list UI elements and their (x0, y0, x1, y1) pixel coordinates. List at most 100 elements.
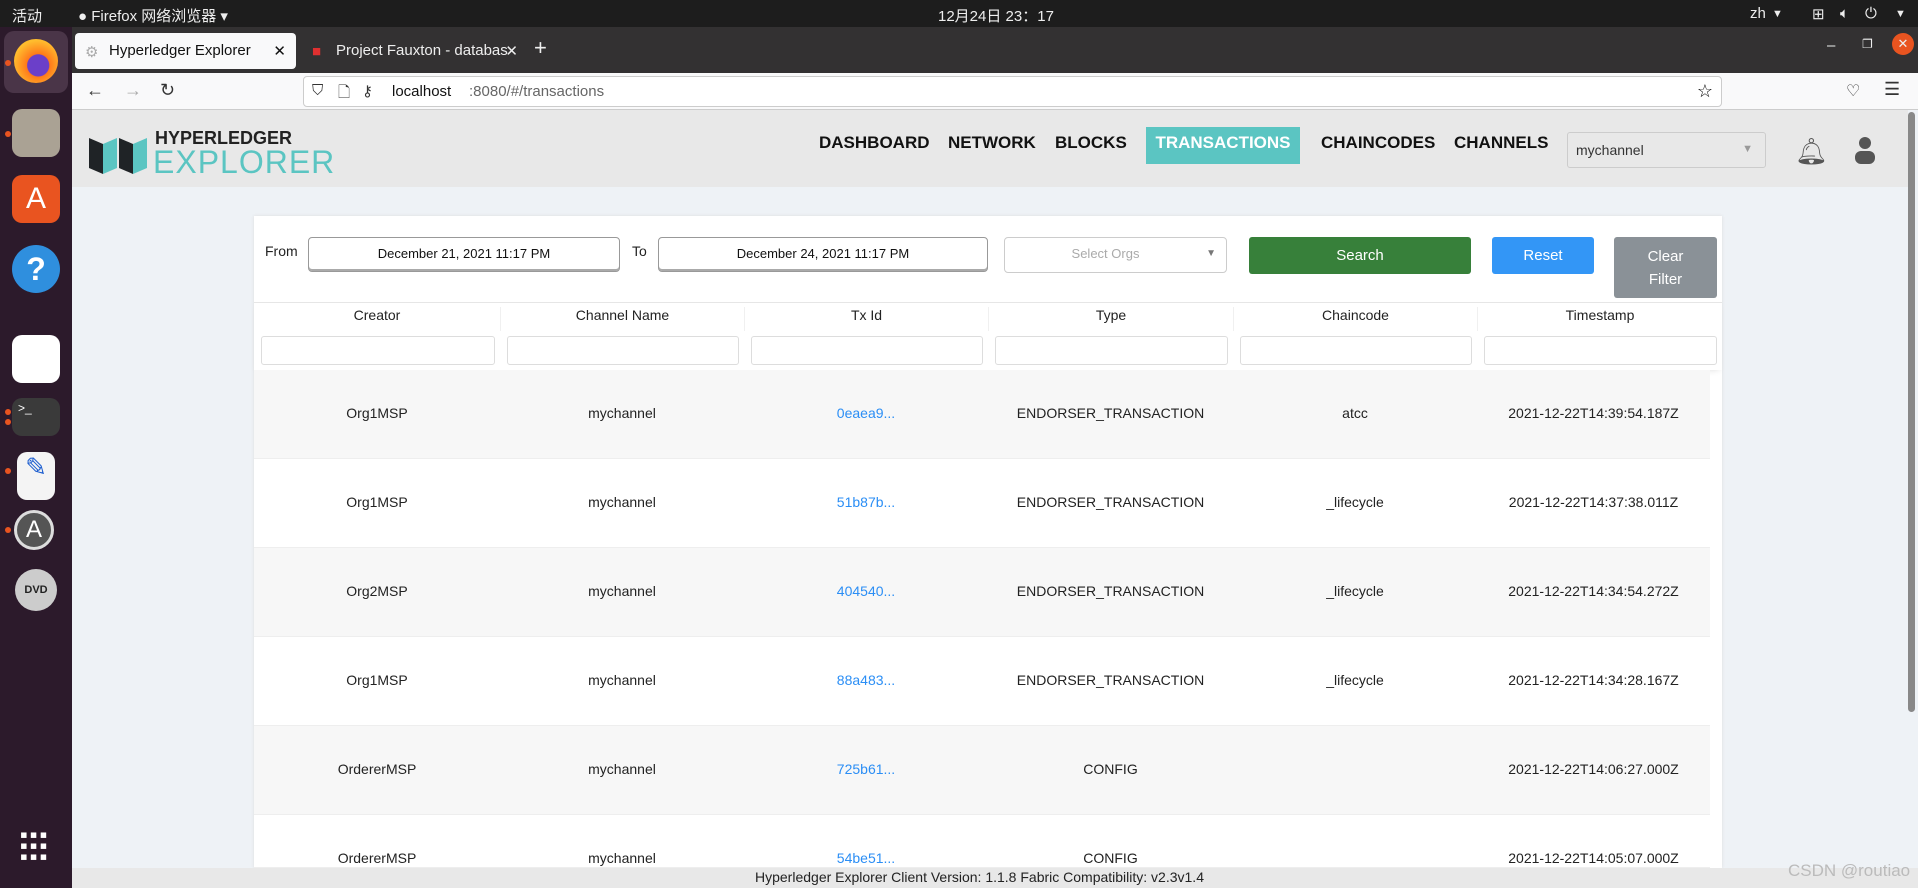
show-apps-icon[interactable]: ▪▪▪ ▪▪▪ ▪▪▪ (20, 824, 52, 868)
filter-input-timestamp[interactable] (1484, 336, 1717, 365)
software-center-icon[interactable]: A (12, 175, 60, 223)
cell-channel-name: mychannel (588, 672, 656, 688)
baidu-netdisk-icon[interactable] (12, 335, 60, 383)
app-menu[interactable]: ● Firefox 网络浏览器 ▾ (78, 5, 228, 26)
filter-input-chaincode[interactable] (1240, 336, 1472, 365)
table-row[interactable]: OrdererMSP mychannel 725b61... CONFIG 2021-1… (254, 726, 1710, 815)
favicon-icon: ⚙ (85, 44, 99, 61)
column-header-type[interactable]: Type (988, 307, 1233, 331)
forward-icon[interactable]: → (124, 80, 142, 101)
cell-creator: Org2MSP (346, 583, 408, 599)
page-icon[interactable]: 🗋 (338, 82, 350, 107)
cell-tx-id[interactable]: 51b87b... (744, 494, 988, 510)
logo[interactable]: HYPERLEDGER EXPLORER (89, 128, 349, 180)
nav-blocks[interactable]: BLOCKS (1055, 133, 1127, 153)
cell-type: ENDORSER_TRANSACTION (1016, 494, 1205, 510)
pocket-icon[interactable]: ♡ (1846, 81, 1860, 101)
key-icon[interactable]: ⚷ (362, 82, 373, 100)
cell-channel-name: mychannel (588, 494, 656, 510)
updater-icon[interactable]: A (14, 510, 54, 550)
cell-tx-id[interactable]: 0eaea9... (744, 405, 988, 421)
close-window-icon[interactable]: ✕ (1892, 33, 1914, 55)
activities-button[interactable]: 活动 (12, 5, 42, 26)
filter-input-channel-name[interactable] (507, 336, 739, 365)
url-bar[interactable]: ⛉ 🗋 ⚷ localhost :8080/#/transactions ☆ (303, 76, 1722, 107)
filter-input-tx-id[interactable] (751, 336, 983, 365)
table-row[interactable]: OrdererMSP mychannel 54be51... CONFIG 2021-1… (254, 815, 1710, 868)
cell-type: ENDORSER_TRANSACTION (1016, 672, 1205, 688)
column-header-creator[interactable]: Creator (254, 307, 500, 331)
dock: A ? >_ ✎ A DVD ▪▪▪ ▪▪▪ ▪▪▪ (0, 27, 72, 888)
volume-icon[interactable]: 🔈︎ (1840, 5, 1849, 22)
cell-tx-id[interactable]: 404540... (744, 583, 988, 599)
nav-channels[interactable]: CHANNELS (1454, 133, 1548, 153)
clock[interactable]: 12月24日 23：17 (938, 5, 1054, 26)
filter-input-type[interactable] (995, 336, 1228, 365)
table-row[interactable]: Org1MSP mychannel 88a483... ENDORSER_TRANSA… (254, 637, 1710, 726)
minimize-icon[interactable]: – (1827, 37, 1835, 54)
bell-icon[interactable]: 🔔︎ (1795, 136, 1828, 167)
user-icon[interactable] (1854, 136, 1876, 164)
cell-type: ENDORSER_TRANSACTION (1016, 405, 1205, 421)
filter-input-creator[interactable] (261, 336, 495, 365)
text-editor-icon[interactable]: ✎ (17, 452, 55, 500)
cell-tx-id[interactable]: 725b61... (744, 761, 988, 777)
version-info: Hyperledger Explorer Client Version: 1.1… (755, 869, 1204, 885)
select-orgs-dropdown[interactable]: Select Orgs ▼ (1004, 237, 1227, 273)
cell-creator: OrdererMSP (337, 850, 417, 866)
nav-network[interactable]: NETWORK (948, 133, 1036, 153)
terminal-icon[interactable]: >_ (12, 398, 60, 436)
browser-tab-bar: ⚙ Hyperledger Explorer ✕ ■ Project Fauxt… (72, 27, 1918, 73)
back-icon[interactable]: ← (86, 80, 104, 101)
cell-timestamp: 2021-12-22T14:39:54.187Z (1508, 405, 1679, 421)
chevron-down-icon[interactable]: ▼ (1895, 8, 1906, 20)
tab-project-fauxton[interactable]: ■ Project Fauxton - databas ✕ (302, 33, 522, 69)
network-icon[interactable]: ⊞ (1812, 5, 1825, 23)
new-tab-icon[interactable]: + (534, 35, 547, 61)
dropdown-arrow-icon: ▼ (1206, 248, 1216, 259)
shield-icon[interactable]: ⛉ (312, 82, 323, 99)
column-header-chaincode[interactable]: Chaincode (1233, 307, 1477, 331)
cell-timestamp: 2021-12-22T14:06:27.000Z (1508, 761, 1679, 777)
cell-channel-name: mychannel (588, 583, 656, 599)
table-row[interactable]: Org2MSP mychannel 404540... ENDORSER_TRANSA… (254, 548, 1710, 637)
cell-tx-id[interactable]: 54be51... (744, 850, 988, 866)
from-date-input[interactable]: December 21, 2021 11:17 PM (308, 237, 620, 272)
cell-channel-name: mychannel (588, 761, 656, 777)
clear-filter-button[interactable]: Clear Filter (1614, 237, 1717, 298)
cell-type: CONFIG (1083, 850, 1138, 866)
chevron-down-icon[interactable]: ▼ (1772, 8, 1783, 20)
to-date-input[interactable]: December 24, 2021 11:17 PM (658, 237, 988, 272)
page-scrollbar[interactable] (1908, 112, 1915, 712)
close-tab-icon[interactable]: ✕ (273, 42, 286, 60)
bookmark-star-icon[interactable]: ☆ (1697, 81, 1713, 102)
help-icon[interactable]: ? (12, 245, 60, 293)
dvd-icon[interactable]: DVD (15, 569, 57, 611)
table-row[interactable]: Org1MSP mychannel 0eaea9... ENDORSER_TRANSA… (254, 370, 1710, 459)
to-label: To (632, 243, 647, 259)
table-row[interactable]: Org1MSP mychannel 51b87b... ENDORSER_TRANSA… (254, 459, 1710, 548)
power-icon[interactable]: ⏻ (1865, 5, 1877, 22)
reload-icon[interactable]: ↻ (160, 80, 175, 101)
cell-tx-id[interactable]: 88a483... (744, 672, 988, 688)
nav-transactions[interactable]: TRANSACTIONS (1146, 127, 1300, 164)
restore-icon[interactable]: ❐ (1862, 37, 1873, 51)
reset-button[interactable]: Reset (1492, 237, 1594, 274)
search-button[interactable]: Search (1249, 237, 1471, 274)
firefox-icon[interactable] (4, 31, 68, 93)
column-header-tx-id[interactable]: Tx Id (744, 307, 988, 331)
channel-select[interactable]: mychannel ▼ (1567, 132, 1766, 168)
close-tab-icon[interactable]: ✕ (505, 42, 518, 60)
nav-dashboard[interactable]: DASHBOARD (819, 133, 930, 153)
column-header-timestamp[interactable]: Timestamp (1477, 307, 1722, 331)
files-icon[interactable] (12, 109, 60, 157)
language-indicator[interactable]: zh (1750, 5, 1766, 22)
cell-type: ENDORSER_TRANSACTION (1016, 583, 1205, 599)
nav-chaincodes[interactable]: CHAINCODES (1321, 133, 1435, 153)
tab-hyperledger-explorer[interactable]: ⚙ Hyperledger Explorer ✕ (75, 33, 296, 69)
logo-mark-icon (89, 138, 147, 174)
cell-chaincode: _lifecycle (1326, 494, 1384, 510)
column-header-channel-name[interactable]: Channel Name (500, 307, 744, 331)
cell-creator: Org1MSP (346, 672, 408, 688)
menu-icon[interactable]: ☰ (1884, 79, 1900, 100)
